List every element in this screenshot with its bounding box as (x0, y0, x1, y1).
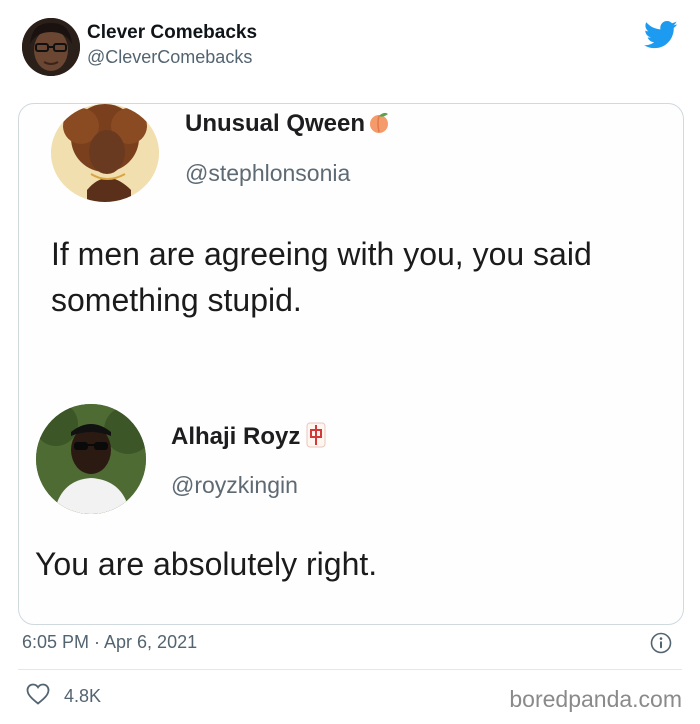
author-handle[interactable]: @CleverComebacks (87, 47, 252, 68)
royz-name: Alhaji Royz (171, 422, 326, 455)
watermark: boredpanda.com (509, 686, 682, 712)
like-count: 4.8K (64, 685, 102, 706)
author-avatar-image (22, 18, 80, 76)
twitter-bird-icon[interactable] (643, 20, 678, 50)
like-button[interactable]: 4.8K (26, 683, 102, 710)
royz-handle: @royzkingin (171, 472, 298, 498)
divider (18, 669, 682, 670)
author-avatar[interactable] (22, 18, 80, 76)
heart-icon[interactable] (26, 683, 50, 710)
qween-name: Unusual Qween (185, 110, 391, 141)
qween-tweet-text-line-1: If men are agreeing with you, you said (51, 236, 592, 272)
tweet-timestamp[interactable]: 6:05 PM · Apr 6, 2021 (22, 632, 197, 653)
royz-tweet-text: You are absolutely right. (35, 546, 378, 582)
royz-avatar (36, 404, 146, 514)
author-name[interactable]: Clever Comebacks (87, 22, 257, 44)
qween-avatar (51, 104, 159, 202)
peach-emoji-icon (367, 110, 391, 141)
mahjong-red-dragon-emoji-icon (306, 422, 326, 455)
qween-handle: @stephlonsonia (185, 160, 351, 186)
embedded-screenshot[interactable]: Unusual Qween @stephlonsonia If men are … (18, 103, 684, 625)
info-icon[interactable] (650, 632, 672, 654)
qween-tweet-text-line-2: something stupid. (51, 282, 302, 318)
